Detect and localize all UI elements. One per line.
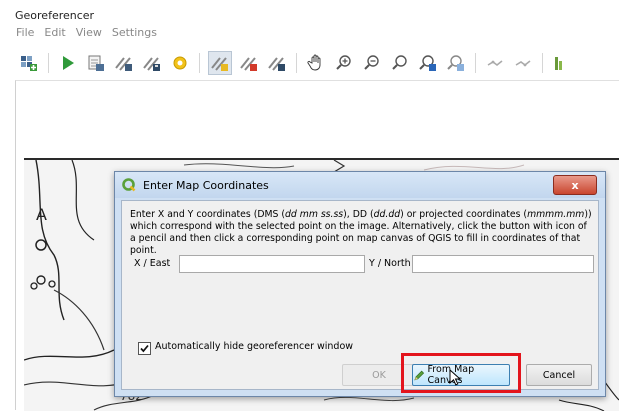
- qgis-logo-icon: [122, 178, 136, 192]
- close-icon: x: [571, 178, 579, 192]
- toolbar-separator: [199, 53, 200, 73]
- move-point-icon[interactable]: [266, 52, 288, 74]
- zoom-last-icon[interactable]: [417, 52, 439, 74]
- start-georeferencing-icon[interactable]: [57, 52, 79, 74]
- x-east-label: X / East: [134, 258, 171, 269]
- pan-icon[interactable]: [305, 52, 327, 74]
- menu-edit[interactable]: Edit: [44, 26, 65, 39]
- toolbar-separator: [48, 53, 49, 73]
- link-qgis-icon[interactable]: [512, 52, 534, 74]
- add-point-icon[interactable]: [208, 51, 232, 75]
- load-gcp-icon[interactable]: [113, 52, 135, 74]
- dialog-titlebar[interactable]: Enter Map Coordinates x: [115, 172, 605, 198]
- open-raster-icon[interactable]: [18, 52, 40, 74]
- window-title: Georeferencer: [15, 9, 95, 22]
- x-east-input[interactable]: [179, 255, 365, 273]
- delete-point-icon[interactable]: [238, 52, 260, 74]
- toolbar-separator: [475, 53, 476, 73]
- save-gcp-icon[interactable]: [141, 52, 163, 74]
- y-north-label: Y / North: [369, 258, 411, 269]
- svg-text:A: A: [36, 205, 47, 224]
- generate-script-icon[interactable]: [85, 52, 107, 74]
- instructions-text: Enter X and Y coordinates (DMS (dd mm ss…: [130, 209, 592, 257]
- highlight-box: [401, 353, 521, 393]
- ok-button-label: OK: [372, 369, 386, 381]
- instructions-part: Enter X and Y coordinates (DMS (: [130, 209, 285, 220]
- auto-hide-checkbox[interactable]: [138, 342, 151, 355]
- enter-map-coordinates-dialog: Enter Map Coordinates x Enter X and Y co…: [114, 171, 606, 397]
- menu-settings[interactable]: Settings: [112, 26, 157, 39]
- zoom-layer-icon[interactable]: [389, 52, 411, 74]
- menu-view[interactable]: View: [76, 26, 102, 39]
- instructions-dms: dd mm ss.ss: [285, 209, 344, 220]
- zoom-out-icon[interactable]: [361, 52, 383, 74]
- cancel-button[interactable]: Cancel: [526, 364, 592, 386]
- toolbar: [18, 50, 573, 76]
- dialog-title: Enter Map Coordinates: [143, 179, 269, 192]
- link-georef-icon[interactable]: [484, 52, 506, 74]
- dialog-body: Enter X and Y coordinates (DMS (dd mm ss…: [121, 200, 599, 390]
- menu-bar: File Edit View Settings: [16, 26, 157, 39]
- instructions-part: ), DD (: [343, 209, 374, 220]
- y-north-input[interactable]: [412, 255, 594, 273]
- close-button[interactable]: x: [553, 175, 597, 195]
- zoom-next-icon[interactable]: [445, 52, 467, 74]
- georeferencer-window: Georeferencer File Edit View Settings A …: [0, 0, 619, 411]
- menu-file[interactable]: File: [16, 26, 34, 39]
- cancel-button-label: Cancel: [542, 369, 576, 381]
- toolbar-separator: [296, 53, 297, 73]
- toolbar-separator: [542, 53, 543, 73]
- instructions-dd: dd.dd: [373, 209, 401, 220]
- auto-hide-label: Automatically hide georeferencer window: [155, 341, 354, 352]
- zoom-in-icon[interactable]: [333, 52, 355, 74]
- histogram-icon[interactable]: [551, 52, 573, 74]
- instructions-proj: mmmm.mm: [527, 209, 585, 220]
- instructions-part: ) or projected coordinates (: [400, 209, 528, 220]
- transformation-settings-icon[interactable]: [169, 52, 191, 74]
- checkmark-icon: [140, 344, 149, 353]
